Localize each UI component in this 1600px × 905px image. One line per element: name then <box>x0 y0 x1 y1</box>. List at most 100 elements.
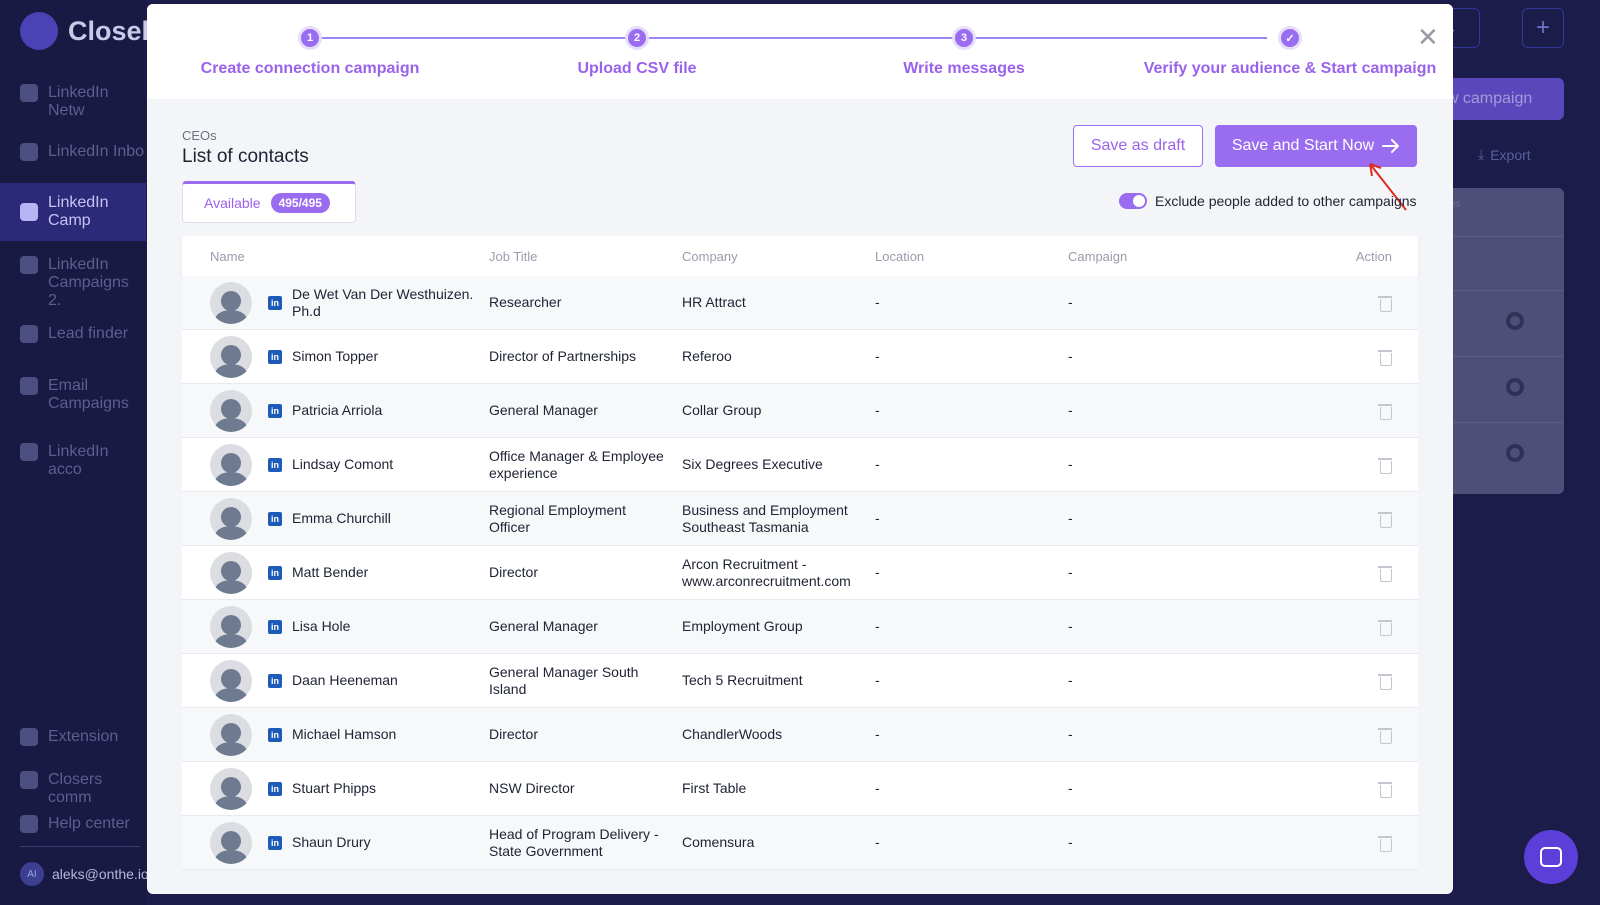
step-2-label[interactable]: Upload CSV file <box>577 60 696 78</box>
tab-available[interactable]: Available 495/495 <box>182 181 356 223</box>
close-icon[interactable]: ✕ <box>1417 24 1439 50</box>
trash-icon[interactable] <box>1378 619 1392 636</box>
avatar <box>210 551 252 594</box>
megaphone-icon <box>20 256 38 274</box>
sidebar-item-linkedin-inbox[interactable]: LinkedIn Inbo <box>0 143 146 161</box>
linkedin-icon[interactable]: in <box>268 511 282 526</box>
trash-icon[interactable] <box>1378 835 1392 852</box>
step-1-label[interactable]: Create connection campaign <box>201 60 420 78</box>
company-cell: Tech 5 Recruitment <box>682 672 803 688</box>
send-icon <box>20 143 38 161</box>
location-cell: - <box>875 348 880 364</box>
gear-icon[interactable] <box>1506 312 1524 330</box>
company-cell: Business and Employment Southeast Tasman… <box>682 501 848 535</box>
step-2-dot[interactable]: 2 <box>625 26 649 50</box>
campaign-cell: - <box>1068 564 1073 580</box>
table-header: Name Job Title Company Location Campaign… <box>182 236 1418 276</box>
exclude-label: Exclude people added to other campaigns <box>1155 193 1417 209</box>
sidebar-item-label: LinkedIn Campaigns 2. <box>48 256 129 309</box>
action-cell <box>1261 727 1418 744</box>
add-button[interactable]: + <box>1522 8 1564 48</box>
step-4-label[interactable]: Verify your audience & Start campaign <box>1144 60 1437 78</box>
name-cell: in Matt Bender <box>182 551 489 594</box>
trash-icon[interactable] <box>1378 565 1392 582</box>
linkedin-icon[interactable]: in <box>268 727 282 742</box>
avatar <box>210 335 252 378</box>
contacts-table: Name Job Title Company Location Campaign… <box>182 236 1418 870</box>
sidebar-item-linkedin-accounts[interactable]: LinkedIn acco <box>0 443 146 479</box>
trash-icon[interactable] <box>1378 727 1392 744</box>
logo-text: Closel <box>68 15 150 46</box>
campaign-cell: - <box>1068 834 1073 850</box>
logo[interactable]: Closel <box>20 12 149 50</box>
save-as-draft-button[interactable]: Save as draft <box>1073 125 1203 167</box>
linkedin-icon[interactable]: in <box>268 781 282 796</box>
contact-name: Matt Bender <box>292 564 369 580</box>
sidebar-item-email-campaigns[interactable]: Email Campaigns <box>0 377 146 413</box>
name-cell: in Lisa Hole <box>182 605 489 648</box>
list-category: CEOs <box>182 128 217 143</box>
linkedin-icon[interactable]: in <box>268 457 282 472</box>
action-cell <box>1261 619 1418 636</box>
job-title-cell: General Manager <box>489 618 598 634</box>
linkedin-icon[interactable]: in <box>268 349 282 364</box>
sidebar-item-linkedin-campaigns[interactable]: LinkedIn Camp <box>0 183 146 241</box>
action-cell <box>1261 565 1418 582</box>
linkedin-icon[interactable]: in <box>268 619 282 634</box>
arrow-right-icon <box>1382 139 1400 153</box>
linkedin-icon[interactable]: in <box>268 295 282 310</box>
trash-icon[interactable] <box>1378 457 1392 474</box>
sidebar-item-label: LinkedIn Netw <box>48 84 109 119</box>
chat-launcher[interactable] <box>1524 830 1578 884</box>
step-3-dot[interactable]: 3 <box>952 26 976 50</box>
export-button[interactable]: ⤓ Export <box>1478 146 1531 163</box>
sidebar-item-extension[interactable]: Extension <box>0 728 146 746</box>
save-and-start-label: Save and Start Now <box>1231 137 1375 154</box>
job-title-cell: Researcher <box>489 294 562 310</box>
campaign-cell: - <box>1068 510 1073 526</box>
plus-icon: + <box>1535 14 1550 41</box>
step-1-dot[interactable]: 1 <box>298 26 322 50</box>
contact-name: Simon Topper <box>292 348 379 364</box>
location-cell: - <box>875 402 880 418</box>
linkedin-icon[interactable]: in <box>268 673 282 688</box>
table-row: in Simon Topper Director of Partnerships Re… <box>182 330 1418 384</box>
avatar <box>210 605 252 648</box>
contact-name: Lisa Hole <box>292 618 351 634</box>
sidebar-item-label: LinkedIn acco <box>48 443 109 478</box>
network-icon <box>20 84 38 102</box>
facebook-icon <box>20 771 38 789</box>
trash-icon[interactable] <box>1378 349 1392 366</box>
column-header-name: Name <box>210 248 245 264</box>
column-header-action: Action <box>1355 248 1392 264</box>
sidebar-item-closers-community[interactable]: Closers comm <box>0 771 146 807</box>
location-cell: - <box>875 780 880 796</box>
exclude-toggle-row[interactable]: Exclude people added to other campaigns <box>1119 193 1417 209</box>
step-3-label[interactable]: Write messages <box>903 60 1025 78</box>
exclude-toggle[interactable] <box>1119 193 1147 209</box>
action-cell <box>1261 457 1418 474</box>
sidebar-item-label: Email Campaigns <box>48 377 129 412</box>
linkedin-icon[interactable]: in <box>268 403 282 418</box>
user-menu[interactable]: AI aleks@onthe.io <box>20 862 149 886</box>
gear-icon[interactable] <box>1506 378 1524 396</box>
trash-icon[interactable] <box>1378 295 1392 312</box>
campaign-modal: 1 2 3 ✓ Create connection campaign Uploa… <box>147 4 1453 894</box>
trash-icon[interactable] <box>1378 403 1392 420</box>
stepper-line <box>307 37 1267 39</box>
trash-icon[interactable] <box>1378 673 1392 690</box>
linkedin-icon[interactable]: in <box>268 835 282 850</box>
puzzle-icon <box>20 728 38 746</box>
tab-label: Available <box>204 195 261 211</box>
sidebar-item-help-center[interactable]: Help center <box>0 815 146 833</box>
step-4-check-icon[interactable]: ✓ <box>1278 26 1302 50</box>
sidebar-item-linkedin-network[interactable]: LinkedIn Netw <box>0 84 146 120</box>
trash-icon[interactable] <box>1378 511 1392 528</box>
sidebar-item-lead-finder[interactable]: Lead finder <box>0 325 146 343</box>
linkedin-icon[interactable]: in <box>268 565 282 580</box>
column-header-job-title: Job Title <box>489 248 538 264</box>
sidebar-item-linkedin-campaigns-2[interactable]: LinkedIn Campaigns 2. <box>0 256 146 310</box>
trash-icon[interactable] <box>1378 781 1392 798</box>
gear-icon[interactable] <box>1506 444 1524 462</box>
avatar <box>210 389 252 432</box>
